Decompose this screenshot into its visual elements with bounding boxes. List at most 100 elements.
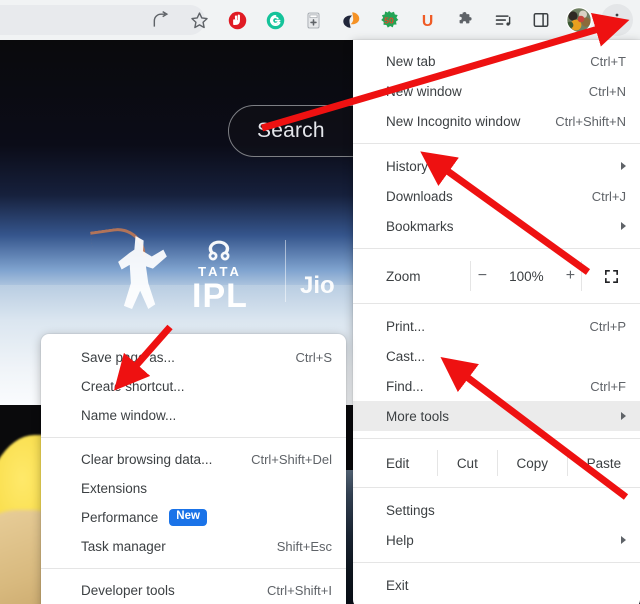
- menu-item-label: Settings: [386, 502, 435, 518]
- menu-item-label: Bookmarks: [386, 218, 454, 234]
- profile-avatar[interactable]: [563, 4, 595, 36]
- submenu-item-clear-browsing-data[interactable]: Clear browsing data... Ctrl+Shift+Del: [41, 445, 346, 474]
- submenu-item-developer-tools[interactable]: Developer tools Ctrl+Shift+I: [41, 576, 346, 604]
- menu-separator: [353, 487, 640, 488]
- submenu-item-task-manager[interactable]: Task manager Shift+Esc: [41, 532, 346, 561]
- menu-item-new-tab[interactable]: New tab Ctrl+T: [353, 46, 640, 76]
- menu-item-more-tools[interactable]: More tools: [353, 401, 640, 431]
- submenu-item-label: Task manager: [81, 539, 166, 554]
- menu-item-accelerator: Ctrl+T: [590, 53, 626, 69]
- svg-text:50: 50: [384, 15, 394, 25]
- submenu-item-accelerator: Ctrl+S: [295, 350, 332, 365]
- menu-item-downloads[interactable]: Downloads Ctrl+J: [353, 181, 640, 211]
- cut-button[interactable]: Cut: [438, 456, 497, 471]
- menu-item-settings[interactable]: Settings: [353, 495, 640, 525]
- menu-item-accelerator: Ctrl+J: [591, 188, 626, 204]
- zoom-level-value: 100%: [509, 268, 544, 284]
- ipl-wordmark: IPL: [192, 276, 248, 315]
- more-tools-submenu[interactable]: Save page as... Ctrl+S Create shortcut..…: [41, 334, 346, 604]
- submenu-item-label: Clear browsing data...: [81, 452, 213, 467]
- menu-item-accelerator: Ctrl+F: [590, 378, 626, 394]
- chevron-right-icon: [621, 412, 626, 420]
- menu-item-label: New Incognito window: [386, 113, 521, 129]
- submenu-item-extensions[interactable]: Extensions: [41, 474, 346, 503]
- menu-zoom-row: Zoom − 100% +: [353, 256, 640, 296]
- menu-item-exit[interactable]: Exit: [353, 570, 640, 600]
- submenu-item-save-page-as[interactable]: Save page as... Ctrl+S: [41, 343, 346, 372]
- menu-item-label: New tab: [386, 53, 436, 69]
- menu-item-new-incognito-window[interactable]: New Incognito window Ctrl+Shift+N: [353, 106, 640, 136]
- menu-separator: [353, 438, 640, 439]
- submenu-item-performance[interactable]: Performance New: [41, 503, 346, 532]
- submenu-item-label: Create shortcut...: [81, 379, 185, 394]
- menu-item-label: More tools: [386, 408, 450, 424]
- new-badge: New: [169, 509, 207, 526]
- menu-item-accelerator: Ctrl+N: [588, 83, 626, 99]
- zoom-label: Zoom: [386, 268, 421, 284]
- submenu-item-label: Save page as...: [81, 350, 175, 365]
- share-icon[interactable]: [145, 4, 177, 36]
- extensions-puzzle-icon[interactable]: [449, 4, 481, 36]
- chevron-right-icon: [621, 162, 626, 170]
- adblock-extension-icon[interactable]: [221, 4, 253, 36]
- submenu-item-name-window[interactable]: Name window...: [41, 401, 346, 430]
- zoom-out-button[interactable]: −: [471, 267, 493, 285]
- submenu-separator: [41, 568, 346, 569]
- jio-wordmark: Jio: [300, 272, 335, 299]
- submenu-item-label: Extensions: [81, 481, 148, 496]
- menu-item-label: Downloads: [386, 188, 453, 204]
- chevron-right-icon: [621, 222, 626, 230]
- page-search-label: Search: [257, 119, 325, 142]
- submenu-item-label: Performance: [81, 510, 159, 525]
- chevron-right-icon: [621, 536, 626, 544]
- chrome-main-menu[interactable]: New tab Ctrl+T New window Ctrl+N New Inc…: [353, 40, 640, 604]
- menu-item-label: Cast...: [386, 348, 426, 364]
- menu-item-new-window[interactable]: New window Ctrl+N: [353, 76, 640, 106]
- submenu-item-accelerator: Ctrl+Shift+Del: [251, 452, 332, 467]
- zoom-controls: − 100% +: [471, 267, 581, 285]
- menu-separator: [353, 562, 640, 563]
- submenu-item-accelerator: Ctrl+Shift+I: [266, 583, 332, 598]
- edit-label: Edit: [386, 455, 410, 471]
- screenshot-root: Search ☊ TATA IPL Jio Digital In: [0, 0, 640, 604]
- menu-item-history[interactable]: History: [353, 151, 640, 181]
- side-panel-icon[interactable]: [525, 4, 557, 36]
- logo-divider: [285, 240, 286, 302]
- tata-ipl-logo: ☊ TATA IPL: [155, 238, 285, 318]
- menu-item-help[interactable]: Help: [353, 525, 640, 555]
- smallpdf-extension-icon[interactable]: [335, 4, 367, 36]
- menu-item-cast[interactable]: Cast...: [353, 341, 640, 371]
- menu-item-label: Print...: [386, 318, 426, 334]
- zoom-in-button[interactable]: +: [559, 267, 581, 285]
- submenu-item-create-shortcut[interactable]: Create shortcut...: [41, 372, 346, 401]
- menu-item-print[interactable]: Print... Ctrl+P: [353, 311, 640, 341]
- browser-toolbar: 50 U: [0, 0, 640, 40]
- submenu-separator: [41, 437, 346, 438]
- honey-extension-icon[interactable]: U: [411, 4, 443, 36]
- chrome-menu-kebab-icon[interactable]: [601, 4, 633, 36]
- menu-item-find[interactable]: Find... Ctrl+F: [353, 371, 640, 401]
- menu-separator: [353, 303, 640, 304]
- menu-item-label: History: [386, 158, 429, 174]
- svg-text:U: U: [421, 13, 432, 30]
- menu-item-label: Find...: [386, 378, 424, 394]
- menu-item-label: Help: [386, 532, 414, 548]
- savings-extension-icon[interactable]: 50: [373, 4, 405, 36]
- menu-item-accelerator: Ctrl+P: [589, 318, 626, 334]
- menu-item-label: Exit: [386, 577, 409, 593]
- submenu-item-label: Name window...: [81, 408, 177, 423]
- grammarly-extension-icon[interactable]: [259, 4, 291, 36]
- bookmark-star-icon[interactable]: [183, 4, 215, 36]
- submenu-item-label: Developer tools: [81, 583, 175, 598]
- menu-edit-row: Edit Cut Copy Paste: [353, 446, 640, 480]
- submenu-item-accelerator: Shift+Esc: [276, 539, 332, 554]
- copy-button[interactable]: Copy: [498, 456, 567, 471]
- menu-separator: [353, 248, 640, 249]
- media-playlist-icon[interactable]: [487, 4, 519, 36]
- calculator-extension-icon[interactable]: [297, 4, 329, 36]
- fullscreen-button[interactable]: [582, 268, 640, 285]
- paste-button[interactable]: Paste: [568, 456, 640, 471]
- menu-item-bookmarks[interactable]: Bookmarks: [353, 211, 640, 241]
- menu-item-accelerator: Ctrl+Shift+N: [555, 113, 626, 129]
- menu-separator: [353, 143, 640, 144]
